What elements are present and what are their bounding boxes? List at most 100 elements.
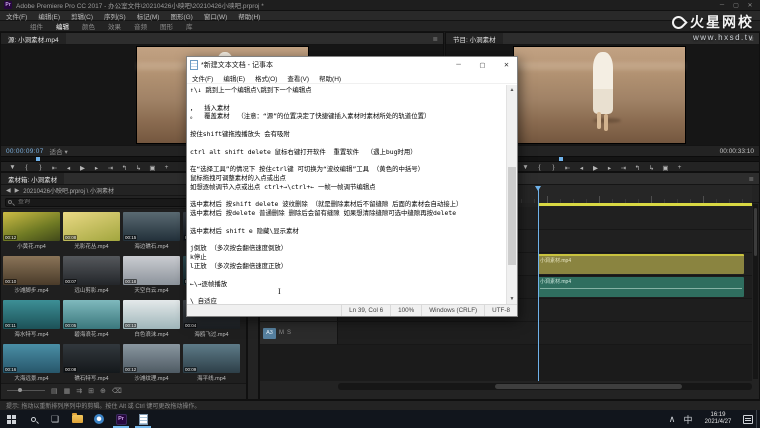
timeline-playhead[interactable] [538, 186, 539, 381]
track-target-toggle[interactable]: A3 [263, 328, 276, 339]
mark-in-icon[interactable]: { [23, 164, 30, 171]
list-view-icon[interactable]: ▤ [51, 387, 58, 395]
automate-to-sequence-icon[interactable]: ⇉ [76, 387, 82, 395]
project-item[interactable]: 00:15 海边礁石.mp4 [122, 211, 181, 254]
taskbar-browser[interactable] [88, 410, 110, 428]
menubar-item[interactable]: 序列(S) [104, 11, 126, 21]
scrollbar-thumb[interactable] [508, 167, 516, 265]
minimize-icon[interactable]: ─ [716, 2, 728, 9]
project-item[interactable]: 00:09 海平线.mp4 [182, 343, 241, 383]
step-back-icon[interactable]: ◂ [578, 164, 585, 172]
workspace-tab[interactable]: 音频 [134, 21, 147, 31]
minimize-icon[interactable]: ─ [448, 57, 469, 72]
project-item[interactable]: 00:11 海水特写.mp4 [2, 299, 61, 342]
source-fit-dropdown[interactable]: 适合 ▾ [50, 146, 68, 156]
button-editor-icon[interactable]: + [676, 164, 683, 171]
insert-icon[interactable]: ↰ [634, 164, 641, 172]
program-playhead-marker[interactable] [559, 157, 563, 161]
maximize-icon[interactable]: ▢ [472, 57, 493, 72]
scroll-up-icon[interactable]: ▲ [507, 85, 517, 95]
track-lane[interactable] [338, 322, 752, 345]
menubar-item[interactable]: 帮助(H) [238, 11, 260, 21]
mark-out-icon[interactable]: } [37, 164, 44, 171]
tab-program-monitor[interactable]: 节目: 小洞素材 [446, 33, 503, 44]
project-item[interactable]: 00:07 远山剪影.mp4 [62, 255, 121, 298]
notepad-menu-item[interactable]: 帮助(H) [314, 73, 346, 83]
menubar-item[interactable]: 图形(G) [170, 11, 192, 21]
go-to-out-icon[interactable]: ⇥ [620, 164, 627, 172]
taskbar-clock[interactable]: 16:19 2021/4/27 [696, 412, 740, 426]
zoom-slider[interactable] [7, 390, 45, 391]
task-view-button[interactable]: ❏ [44, 410, 66, 428]
zoom-slider-knob[interactable] [18, 388, 22, 392]
play-icon[interactable]: ▶ [79, 164, 86, 172]
new-item-icon[interactable]: ⊕ [100, 387, 106, 395]
workspace-tab[interactable]: 编辑 [56, 21, 69, 31]
panel-menu-icon[interactable]: ≣ [744, 173, 759, 184]
new-bin-icon[interactable]: ⊞ [88, 387, 94, 395]
scroll-down-icon[interactable]: ▼ [507, 294, 517, 304]
menubar-item[interactable]: 编辑(E) [38, 11, 60, 21]
step-back-icon[interactable]: ◂ [65, 164, 72, 172]
track-mute-icon[interactable]: M [279, 330, 284, 336]
source-timecode[interactable]: 00:00:09:07 [6, 148, 44, 155]
workspace-tab[interactable]: 组件 [30, 21, 43, 31]
source-playhead-marker[interactable] [36, 157, 40, 161]
step-forward-icon[interactable]: ▸ [93, 164, 100, 172]
tray-expand-icon[interactable]: ∧ [664, 410, 680, 428]
timeline-horizontal-scrollbar[interactable] [338, 383, 752, 390]
mark-out-icon[interactable]: } [550, 164, 557, 171]
project-item[interactable]: 00:16 大海远景.mp4 [2, 343, 61, 383]
menubar-item[interactable]: 窗口(W) [204, 11, 227, 21]
taskbar-search-button[interactable] [22, 410, 44, 428]
workspace-tab[interactable]: 库 [186, 21, 193, 31]
overwrite-icon[interactable]: ↳ [648, 164, 655, 172]
start-button[interactable] [0, 410, 22, 428]
notepad-menu-item[interactable]: 格式(O) [250, 73, 282, 83]
insert-icon[interactable]: ↰ [121, 164, 128, 172]
project-item[interactable]: 00:12 沙滩纹理.mp4 [122, 343, 181, 383]
button-editor-icon[interactable]: + [163, 164, 170, 171]
export-frame-icon[interactable]: ▣ [662, 164, 669, 172]
track-solo-icon[interactable]: S [287, 330, 291, 336]
notepad-text-area[interactable]: ↑\↓ 跳到上一个编辑点\跳到下一个编辑点， 插入素材。 覆盖素材 （注意：“源… [187, 85, 506, 304]
close-icon[interactable]: ✕ [496, 57, 517, 72]
action-center-button[interactable] [740, 410, 756, 428]
go-to-out-icon[interactable]: ⇥ [107, 164, 114, 172]
go-to-in-icon[interactable]: ⇤ [51, 164, 58, 172]
taskbar-file-explorer[interactable] [66, 410, 88, 428]
overwrite-icon[interactable]: ↳ [135, 164, 142, 172]
taskbar-notepad[interactable] [132, 410, 154, 428]
workspace-tab[interactable]: 图形 [160, 21, 173, 31]
workspace-tab[interactable]: 颜色 [82, 21, 95, 31]
project-item[interactable]: 00:08 礁石特写.mp4 [62, 343, 121, 383]
project-item[interactable]: 00:08 光影花丛.mp4 [62, 211, 121, 254]
taskbar-premiere[interactable]: Pr [110, 410, 132, 428]
menubar-item[interactable]: 标记(M) [137, 11, 160, 21]
mark-in-icon[interactable]: { [536, 164, 543, 171]
add-marker-icon[interactable]: ▼ [9, 164, 16, 171]
project-item[interactable]: 00:13 白色浪沫.mp4 [122, 299, 181, 342]
project-item[interactable]: 00:18 天空白云.mp4 [122, 255, 181, 298]
notepad-scrollbar[interactable]: ▲ ▼ [506, 85, 517, 304]
notepad-menu-item[interactable]: 文件(F) [187, 73, 218, 83]
delete-icon[interactable]: ⌫ [112, 387, 122, 395]
menubar-item[interactable]: 文件(F) [6, 11, 27, 21]
timeline-audio-clip[interactable]: 小洞素材.mp4 [538, 277, 744, 297]
notepad-titlebar[interactable]: *新建文本文档 - 记事本 ─ ▢ ✕ [187, 57, 517, 72]
timeline-video-clip[interactable]: 小洞素材.mp4 [538, 254, 744, 274]
back-icon[interactable]: ◀ [6, 187, 11, 194]
tab-project-bin[interactable]: 素材箱: 小洞素材 [1, 173, 64, 184]
notepad-menu-item[interactable]: 查看(V) [282, 73, 314, 83]
maximize-icon[interactable]: ▢ [730, 2, 742, 9]
step-forward-icon[interactable]: ▸ [606, 164, 613, 172]
track-header[interactable]: A3 M S [260, 322, 338, 345]
project-item[interactable]: 00:10 沙滩脚步.mp4 [2, 255, 61, 298]
add-marker-icon[interactable]: ▼ [522, 164, 529, 171]
scrollbar-thumb[interactable] [495, 384, 681, 389]
scrollbar-thumb[interactable] [754, 208, 757, 256]
project-item[interactable]: 00:12 小黄花.mp4 [2, 211, 61, 254]
go-to-in-icon[interactable]: ⇤ [564, 164, 571, 172]
forward-icon[interactable]: ▶ [15, 187, 20, 194]
play-icon[interactable]: ▶ [592, 164, 599, 172]
